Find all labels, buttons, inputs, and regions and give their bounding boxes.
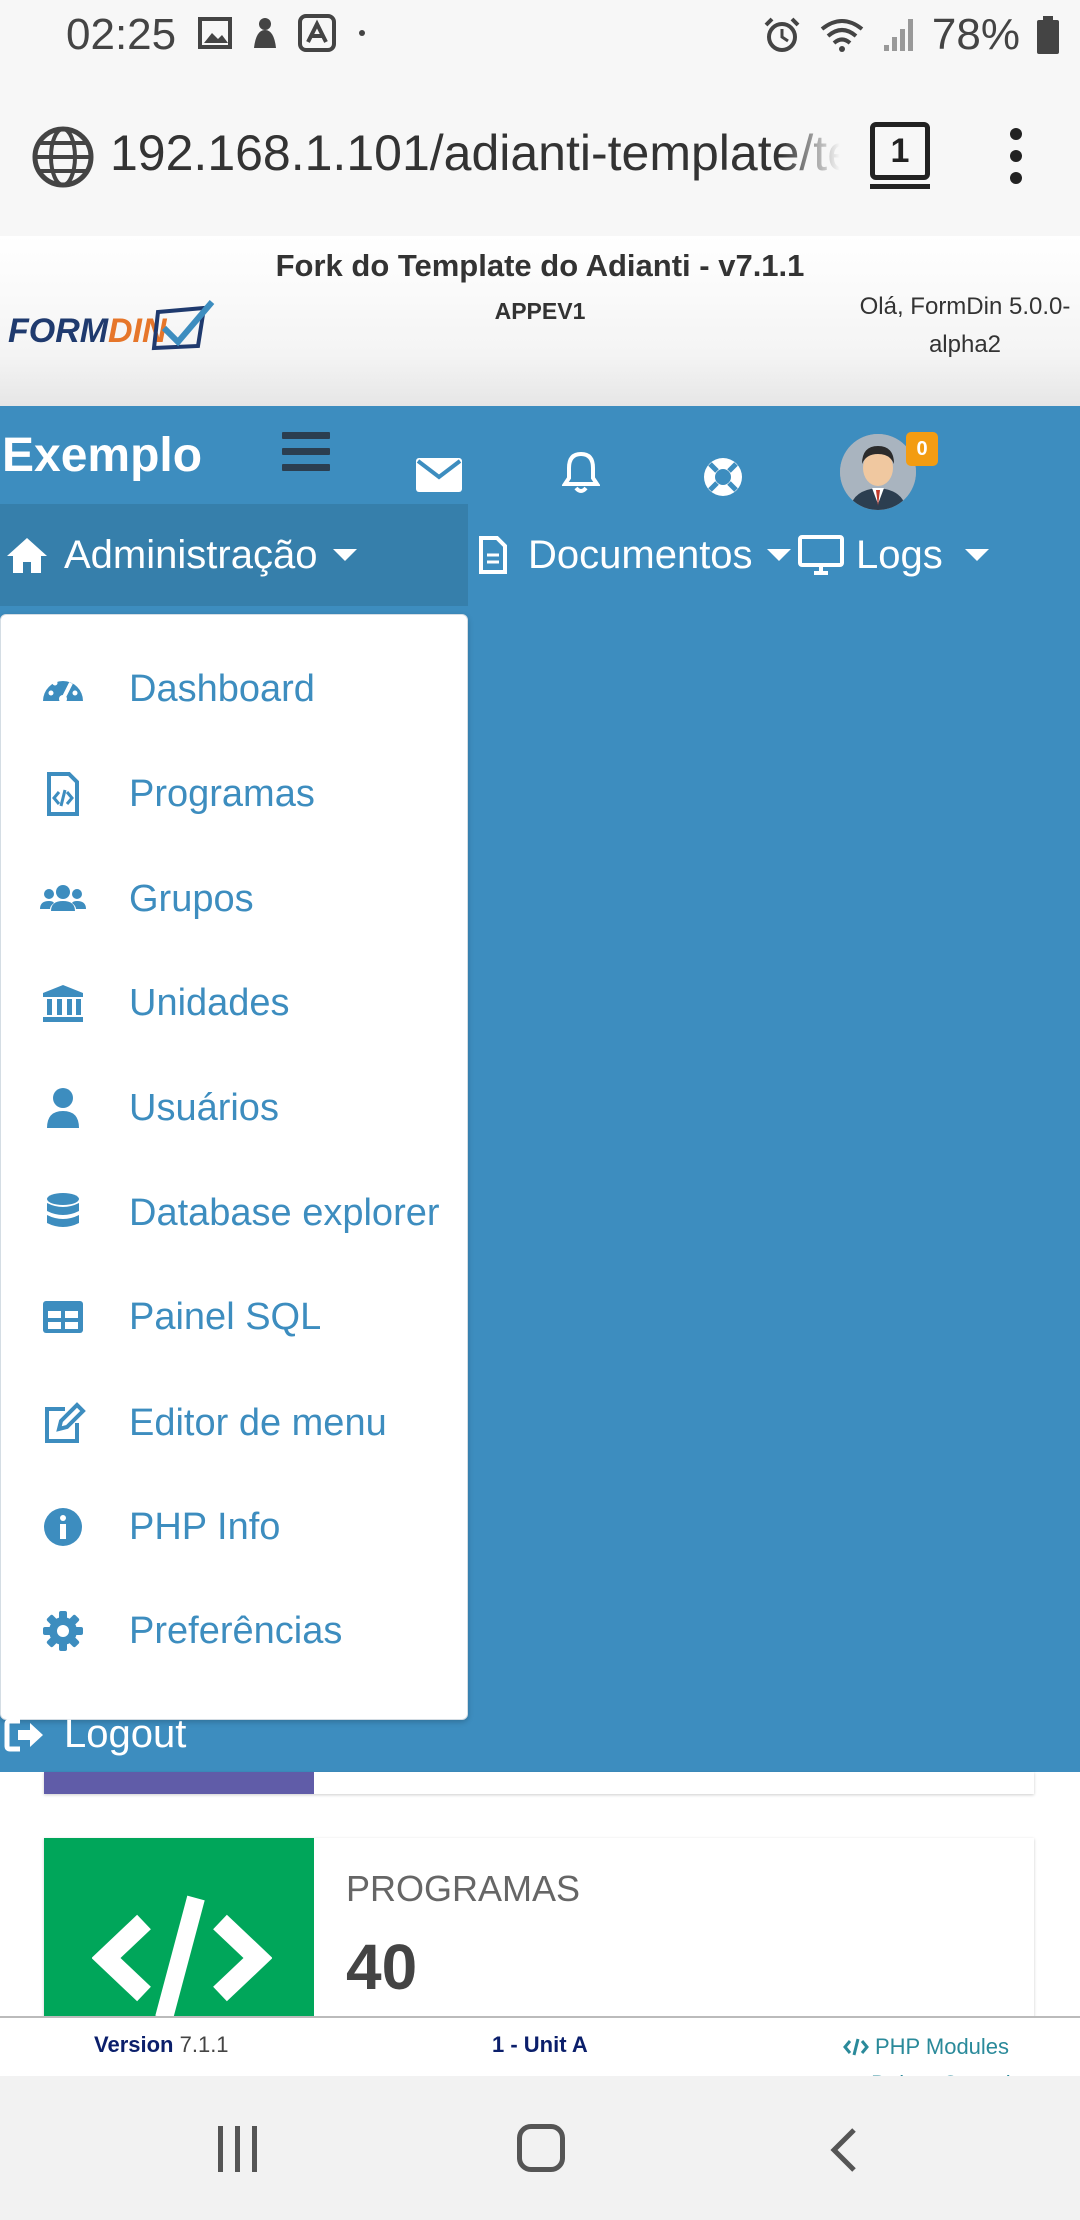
- greeting-line-2: alpha2: [928, 331, 1002, 358]
- dropdown-item-dashboard[interactable]: Dashboard: [1, 637, 469, 741]
- dropdown-item-label: Grupos: [129, 877, 254, 920]
- dropdown-item-editor-de-menu[interactable]: Editor de menu: [1, 1371, 469, 1475]
- info-box-partial: [44, 1772, 1034, 1794]
- recents-button[interactable]: [218, 2126, 257, 2172]
- dropdown-item-label: Programas: [129, 772, 315, 815]
- menu-logs-label: Logs: [856, 532, 943, 577]
- dropdown-item-label: Editor de menu: [129, 1401, 387, 1444]
- dropdown-item-label: Database explorer: [129, 1191, 440, 1234]
- footer-unit: 1 - Unit A: [492, 2032, 588, 2057]
- menu-documentos[interactable]: Documentos: [478, 504, 791, 606]
- logout-link[interactable]: Logout: [4, 1712, 186, 1757]
- footer-version: Version 7.1.1: [94, 2032, 229, 2058]
- dropdown-item-php-info[interactable]: PHP Info: [1, 1475, 469, 1579]
- cog-icon: [43, 1611, 83, 1651]
- svg-text:FORM: FORM: [8, 312, 109, 350]
- signal-icon: [883, 19, 913, 51]
- browser-toolbar: 192.168.1.101/adianti-template/template …: [0, 76, 1080, 236]
- info-box-accent: [44, 1772, 314, 1794]
- play-store-icon: [298, 14, 336, 52]
- globe-icon[interactable]: [30, 124, 96, 190]
- main-navbar: Exemplo 0 Administração Documentos Logs …: [0, 406, 1080, 1772]
- user-icon: [47, 1088, 79, 1128]
- dropdown-item-grupos[interactable]: Grupos: [1, 847, 469, 951]
- version-value: 7.1.1: [179, 2032, 229, 2057]
- menu-logs[interactable]: Logs: [798, 504, 989, 606]
- bell-icon[interactable]: [562, 450, 600, 494]
- page-title: Fork do Template do Adianti - v7.1.1: [275, 248, 805, 283]
- php-modules-label: PHP Modules: [874, 2034, 1010, 2059]
- status-icons-left: [198, 14, 370, 52]
- code-icon: [842, 2038, 869, 2056]
- info-circle-icon: [44, 1508, 82, 1546]
- status-time: 02:25: [66, 10, 177, 59]
- dropdown-item-label: Unidades: [129, 981, 290, 1024]
- greeting-line-1: Olá, FormDin 5.0.0-: [859, 293, 1071, 320]
- dropdown-item-unidades[interactable]: Unidades: [1, 951, 469, 1055]
- envelope-icon[interactable]: [416, 458, 462, 492]
- code-icon: [92, 1895, 272, 2018]
- page-header: Fork do Template do Adianti - v7.1.1 APP…: [0, 236, 1080, 406]
- table-icon: [43, 1301, 83, 1333]
- alarm-icon: [764, 17, 800, 52]
- dropdown-item-label: Painel SQL: [129, 1295, 322, 1338]
- menu-administracao-label: Administração: [64, 532, 318, 577]
- dot-icon: [359, 30, 365, 36]
- dropdown-item-programas[interactable]: Programas: [1, 742, 469, 846]
- dropdown-item-painel-sql[interactable]: Painel SQL: [1, 1265, 469, 1369]
- formdin-logo: FORM DIN: [8, 300, 215, 351]
- brand-title[interactable]: Exemplo: [2, 428, 202, 483]
- notification-badge: 0: [906, 432, 938, 466]
- user-greeting: Olá, FormDin 5.0.0- alpha2: [850, 288, 1080, 364]
- administracao-dropdown: Dashboard Programas Grupos Unidades Usuá…: [0, 614, 468, 1720]
- app-icon: [254, 18, 276, 48]
- tachometer-icon: [43, 680, 83, 703]
- dropdown-item-label: Usuários: [129, 1086, 279, 1129]
- edit-icon: [45, 1402, 86, 1443]
- dropdown-item-label: PHP Info: [129, 1505, 281, 1548]
- battery-percent: 78%: [931, 10, 1020, 59]
- dropdown-item-database-explorer[interactable]: Database explorer: [1, 1161, 469, 1265]
- page-footer: Version 7.1.1 1 - Unit A PHP Modules Deb…: [0, 2016, 1080, 2096]
- logout-label: Logout: [64, 1712, 187, 1756]
- chevron-down-icon: [766, 549, 791, 561]
- users-icon: [40, 885, 86, 911]
- menu-documentos-label: Documentos: [528, 532, 753, 577]
- menu-administracao[interactable]: Administração: [0, 504, 468, 606]
- dropdown-item-usuarios[interactable]: Usuários: [1, 1056, 469, 1160]
- status-bar: 02:25 78%: [0, 0, 1080, 76]
- browser-menu-icon[interactable]: [1002, 128, 1030, 188]
- version-label: Version: [94, 2032, 174, 2057]
- database-icon: [47, 1193, 79, 1227]
- file-code-icon: [47, 772, 79, 816]
- university-icon: [43, 985, 83, 1022]
- wifi-icon: [820, 19, 864, 52]
- dropdown-item-preferencias[interactable]: Preferências: [1, 1579, 469, 1683]
- battery-icon: [1037, 16, 1059, 54]
- sign-out-icon: [4, 1718, 43, 1751]
- dropdown-item-label: Dashboard: [129, 667, 315, 710]
- dropdown-item-label: Preferências: [129, 1609, 343, 1652]
- info-box-icon-area: [44, 1838, 314, 2018]
- status-icons-right: 78%: [762, 10, 1060, 60]
- desktop-icon: [798, 535, 844, 575]
- hamburger-menu-icon[interactable]: [282, 432, 330, 472]
- tab-switcher-button[interactable]: 1: [870, 122, 930, 189]
- info-box-value: 40: [346, 1931, 418, 2003]
- php-modules-link[interactable]: PHP Modules: [842, 2030, 1010, 2064]
- home-button[interactable]: [517, 2124, 565, 2172]
- url-bar[interactable]: 192.168.1.101/adianti-template/template: [110, 124, 840, 182]
- chevron-down-icon: [333, 549, 358, 561]
- file-icon: [479, 536, 507, 574]
- android-navigation-bar: [0, 2076, 1080, 2220]
- image-icon: [198, 17, 232, 49]
- chevron-down-icon: [964, 549, 989, 561]
- back-button[interactable]: [826, 2126, 862, 2174]
- info-box-title: PROGRAMAS: [346, 1868, 581, 1909]
- info-box-programas[interactable]: PROGRAMAS 40: [44, 1838, 1034, 2018]
- user-avatar[interactable]: [840, 434, 916, 510]
- home-icon: [7, 538, 47, 573]
- support-icon[interactable]: [702, 456, 744, 498]
